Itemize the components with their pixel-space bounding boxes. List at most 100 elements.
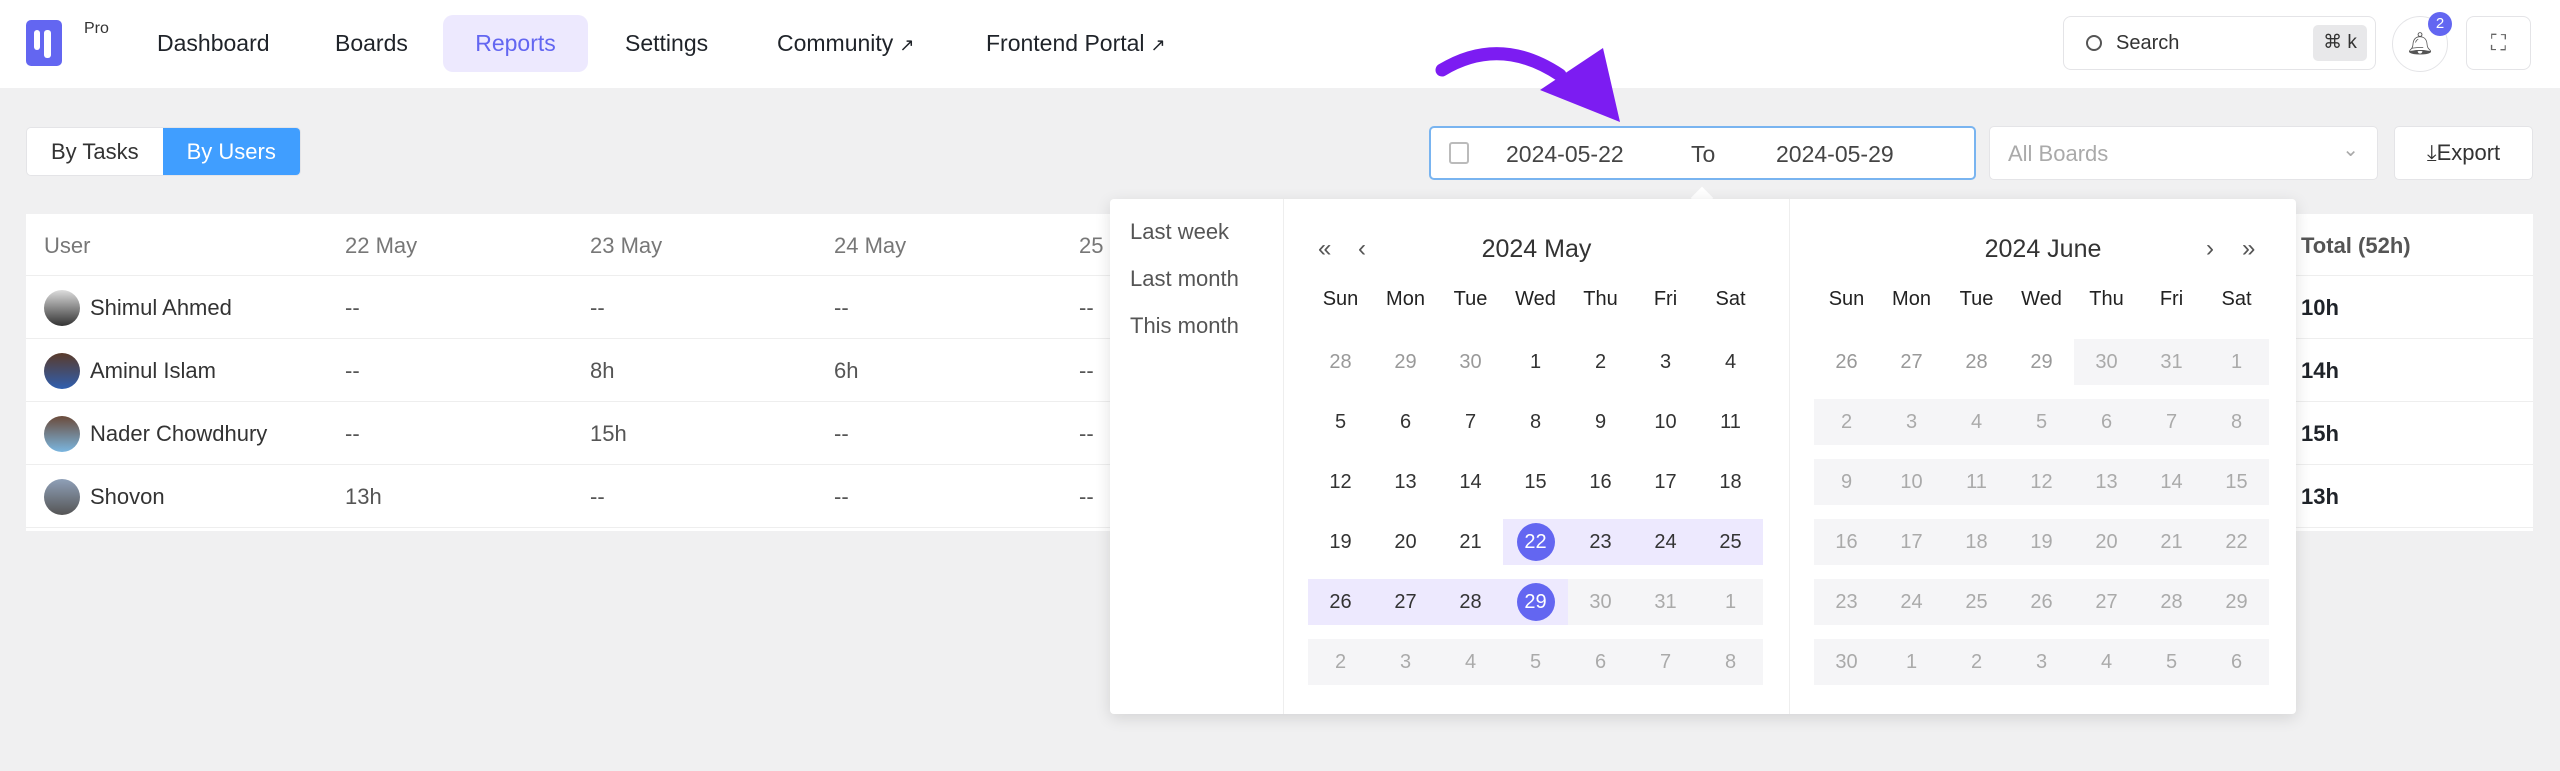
calendar-day[interactable]: 12 — [1308, 459, 1373, 505]
calendar-day[interactable]: 14 — [1438, 459, 1503, 505]
shortcut-last-month[interactable]: Last month — [1130, 266, 1239, 292]
calendar-day[interactable]: 7 — [1438, 399, 1503, 445]
calendar-day[interactable]: 27 — [1373, 579, 1438, 625]
start-date-input[interactable]: 2024-05-22 — [1506, 141, 1624, 168]
boards-select[interactable]: All Boards ⌄ — [1989, 126, 2378, 180]
calendar-day[interactable]: 18 — [1698, 459, 1763, 505]
calendar-day[interactable]: 25 — [1698, 519, 1763, 565]
calendar-day[interactable]: 11 — [1698, 399, 1763, 445]
calendar-day[interactable]: 4 — [1944, 399, 2009, 445]
calendar-day[interactable]: 14 — [2139, 459, 2204, 505]
calendar-day[interactable]: 2 — [1944, 639, 2009, 685]
calendar-day[interactable]: 21 — [2139, 519, 2204, 565]
calendar-day[interactable]: 9 — [1814, 459, 1879, 505]
calendar-day[interactable]: 8 — [2204, 399, 2269, 445]
calendar-day[interactable]: 6 — [1373, 399, 1438, 445]
calendar-day[interactable]: 23 — [1814, 579, 1879, 625]
calendar-day[interactable]: 13 — [1373, 459, 1438, 505]
selected-day[interactable]: 29 — [1503, 579, 1568, 625]
calendar-day[interactable]: 12 — [2009, 459, 2074, 505]
calendar-day[interactable]: 11 — [1944, 459, 2009, 505]
calendar-day[interactable]: 20 — [2074, 519, 2139, 565]
calendar-day[interactable]: 23 — [1568, 519, 1633, 565]
calendar-day[interactable]: 8 — [1698, 639, 1763, 685]
calendar-day[interactable]: 4 — [1698, 339, 1763, 385]
calendar-day[interactable]: 22 — [2204, 519, 2269, 565]
calendar-day[interactable]: 26 — [2009, 579, 2074, 625]
nav-settings[interactable]: Settings — [601, 15, 732, 72]
fullscreen-button[interactable]: ⛶ — [2466, 16, 2531, 70]
calendar-day[interactable]: 3 — [1373, 639, 1438, 685]
calendar-day[interactable]: 2 — [1308, 639, 1373, 685]
nav-community[interactable]: Community ↗ — [753, 15, 938, 72]
calendar-day[interactable]: 5 — [2009, 399, 2074, 445]
nav-reports[interactable]: Reports — [443, 15, 588, 72]
calendar-day[interactable]: 31 — [2139, 339, 2204, 385]
calendar-day[interactable]: 15 — [1503, 459, 1568, 505]
calendar-day[interactable]: 28 — [2139, 579, 2204, 625]
shortcut-this-month[interactable]: This month — [1130, 313, 1239, 339]
calendar-day[interactable]: 27 — [1879, 339, 1944, 385]
calendar-day[interactable]: 26 — [1308, 579, 1373, 625]
calendar-day[interactable]: 16 — [1568, 459, 1633, 505]
calendar-day[interactable]: 31 — [1633, 579, 1698, 625]
calendar-day[interactable]: 28 — [1438, 579, 1503, 625]
calendar-day[interactable]: 13 — [2074, 459, 2139, 505]
calendar-day[interactable]: 24 — [1879, 579, 1944, 625]
calendar-day[interactable]: 30 — [1438, 339, 1503, 385]
calendar-day[interactable]: 9 — [1568, 399, 1633, 445]
calendar-day[interactable]: 28 — [1308, 339, 1373, 385]
calendar-day[interactable]: 4 — [1438, 639, 1503, 685]
calendar-day[interactable]: 1 — [1698, 579, 1763, 625]
calendar-day[interactable]: 8 — [1503, 399, 1568, 445]
shortcut-last-week[interactable]: Last week — [1130, 219, 1229, 245]
calendar-day[interactable]: 6 — [2074, 399, 2139, 445]
calendar-day[interactable]: 30 — [1814, 639, 1879, 685]
calendar-day[interactable]: 3 — [1633, 339, 1698, 385]
calendar-day[interactable]: 28 — [1944, 339, 2009, 385]
nav-boards[interactable]: Boards — [311, 15, 432, 72]
search-button[interactable]: Search ⌘ k — [2063, 16, 2376, 70]
calendar-day[interactable]: 3 — [1879, 399, 1944, 445]
calendar-day[interactable]: 29 — [2009, 339, 2074, 385]
calendar-day[interactable]: 5 — [2139, 639, 2204, 685]
app-logo[interactable] — [26, 20, 62, 66]
date-range-picker[interactable]: 2024-05-22 To 2024-05-29 — [1429, 126, 1976, 180]
calendar-day[interactable]: 26 — [1814, 339, 1879, 385]
calendar-day[interactable]: 27 — [2074, 579, 2139, 625]
calendar-day[interactable]: 1 — [2204, 339, 2269, 385]
calendar-day[interactable]: 3 — [2009, 639, 2074, 685]
by-users-tab[interactable]: By Users — [162, 128, 300, 175]
calendar-day[interactable]: 16 — [1814, 519, 1879, 565]
calendar-day[interactable]: 19 — [1308, 519, 1373, 565]
calendar-day[interactable]: 6 — [2204, 639, 2269, 685]
calendar-day[interactable]: 1 — [1879, 639, 1944, 685]
calendar-day[interactable]: 24 — [1633, 519, 1698, 565]
next-month-button[interactable]: › — [2206, 235, 2214, 263]
calendar-day[interactable]: 21 — [1438, 519, 1503, 565]
nav-dashboard[interactable]: Dashboard — [133, 15, 294, 72]
calendar-day[interactable]: 30 — [1568, 579, 1633, 625]
calendar-day[interactable]: 5 — [1308, 399, 1373, 445]
calendar-day[interactable]: 29 — [1373, 339, 1438, 385]
calendar-day[interactable]: 7 — [1633, 639, 1698, 685]
calendar-day[interactable]: 1 — [1503, 339, 1568, 385]
calendar-day[interactable]: 25 — [1944, 579, 2009, 625]
next-year-button[interactable]: » — [2242, 235, 2255, 263]
calendar-day[interactable]: 2 — [1814, 399, 1879, 445]
calendar-day[interactable]: 10 — [1879, 459, 1944, 505]
by-tasks-tab[interactable]: By Tasks — [27, 128, 163, 175]
calendar-day[interactable]: 30 — [2074, 339, 2139, 385]
calendar-day[interactable]: 15 — [2204, 459, 2269, 505]
calendar-day[interactable]: 4 — [2074, 639, 2139, 685]
nav-frontend-portal[interactable]: Frontend Portal ↗ — [962, 15, 1190, 72]
selected-day[interactable]: 22 — [1503, 519, 1568, 565]
calendar-day[interactable]: 7 — [2139, 399, 2204, 445]
calendar-day[interactable]: 2 — [1568, 339, 1633, 385]
calendar-day[interactable]: 17 — [1633, 459, 1698, 505]
calendar-day[interactable]: 19 — [2009, 519, 2074, 565]
calendar-day[interactable]: 10 — [1633, 399, 1698, 445]
calendar-day[interactable]: 29 — [2204, 579, 2269, 625]
export-button[interactable]: ⤓Export — [2394, 126, 2533, 180]
calendar-day[interactable]: 5 — [1503, 639, 1568, 685]
